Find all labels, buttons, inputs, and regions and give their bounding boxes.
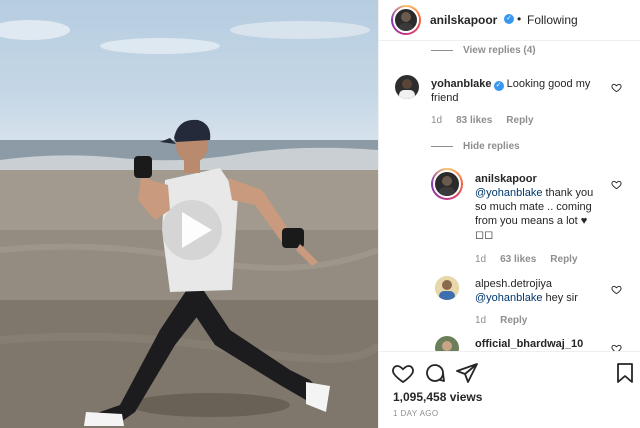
comment-likes[interactable]: 63 likes [500,254,536,265]
play-icon[interactable] [160,198,224,262]
video-player[interactable] [0,0,378,428]
post-actions: 1,095,458 views 1 DAY AGO [379,351,640,428]
view-count[interactable]: 1,095,458 views [393,390,482,404]
bookmark-icon[interactable] [613,361,637,385]
comment-mention[interactable]: @yohanblake [475,187,542,199]
comment-mention[interactable]: @yohanblake [475,292,542,304]
verified-icon: ✓ [493,81,504,91]
avatar[interactable] [435,276,459,300]
comment-meta: 1d Reply [475,315,541,326]
comment-body: alpesh.detrojiya @yohanblake hey sir [475,277,601,305]
avatar[interactable] [435,336,459,351]
post-sidebar: anilskapoor ✓ • Following View replies (… [378,0,640,428]
share-icon[interactable] [455,361,479,385]
comment-icon[interactable] [423,361,447,385]
reply-button[interactable]: Reply [500,315,527,326]
comment-username[interactable]: alpesh.detrojiya [475,278,552,290]
post-header: anilskapoor ✓ • Following [379,0,640,41]
reply-button[interactable]: Reply [506,115,533,126]
author-username[interactable]: anilskapoor [430,13,497,27]
comment-like-heart-icon[interactable] [611,343,622,351]
comment-text: hey sir [542,292,578,304]
comment-like-heart-icon[interactable] [611,179,622,190]
verified-icon: ✓ [504,14,514,24]
following-button[interactable]: Following [527,13,578,27]
comment-body: anilskapoor @yohanblake thank you so muc… [475,172,601,242]
view-replies-label: View replies (4) [463,45,536,56]
comment-like-heart-icon[interactable] [611,284,622,295]
comment-body: official_bhardwaj_10 [475,337,601,351]
comment-age: 1d [475,315,487,326]
comment-username[interactable]: anilskapoor [475,173,537,185]
author-avatar[interactable] [391,5,421,35]
avatar[interactable] [431,168,463,200]
comment-body: yohanblake ✓ Looking good my friend [431,77,601,105]
comment-like-heart-icon[interactable] [611,82,622,93]
reply-button[interactable]: Reply [550,254,577,265]
comment-age: 1d [431,115,443,126]
comment-username[interactable]: yohanblake [431,78,492,90]
comment-age: 1d [475,254,487,265]
comments-list[interactable]: View replies (4) yohanblake ✓ Looking goo… [379,41,640,351]
hide-replies-label: Hide replies [463,141,520,152]
comment-likes[interactable]: 83 likes [456,115,492,126]
post-timestamp[interactable]: 1 DAY AGO [393,409,439,418]
comment-meta: 1d 63 likes Reply [475,254,592,265]
separator-dot: • [517,12,522,26]
comment-meta: 1d 83 likes Reply [431,115,548,126]
comment-username[interactable]: official_bhardwaj_10 [475,338,583,350]
hide-replies-button[interactable]: Hide replies [431,141,520,152]
heart-icon[interactable] [391,361,415,385]
view-replies-button[interactable]: View replies (4) [431,45,536,56]
avatar[interactable] [395,75,419,99]
